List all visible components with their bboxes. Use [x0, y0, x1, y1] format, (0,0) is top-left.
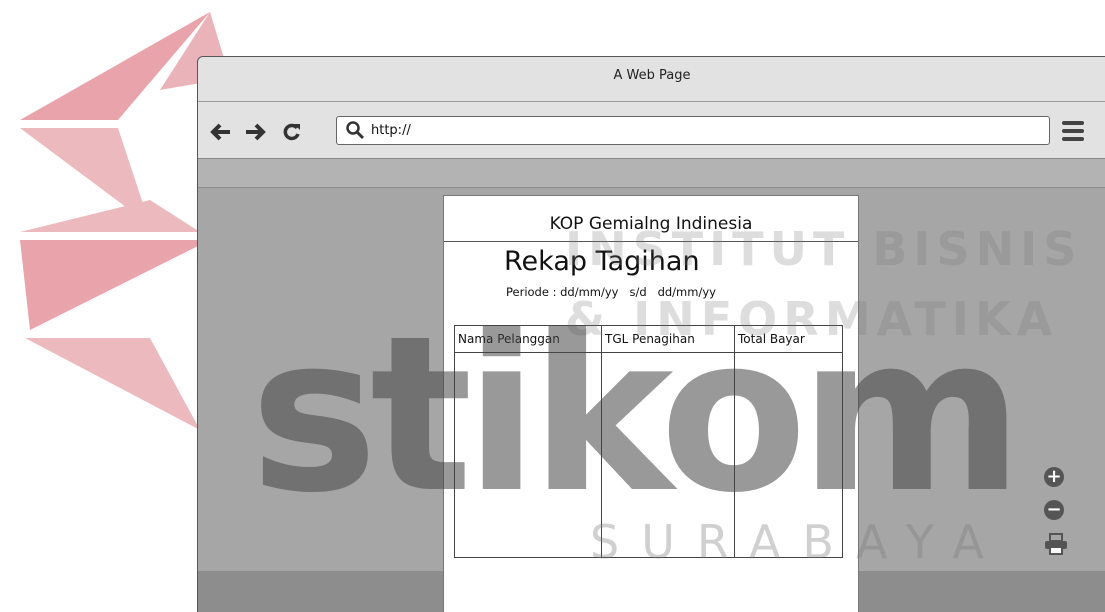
- table-cell: [454, 352, 602, 558]
- report-period: Periode : dd/mm/yy s/d dd/mm/yy: [506, 285, 716, 299]
- reload-button[interactable]: [282, 122, 302, 147]
- back-button[interactable]: [210, 122, 232, 147]
- forward-button[interactable]: [244, 122, 266, 147]
- reload-icon: [283, 123, 300, 141]
- column-header-customer: Nama Pelanggan: [454, 325, 602, 353]
- hamburger-menu-icon[interactable]: [1062, 121, 1084, 145]
- billing-table: Nama Pelanggan TGL Penagihan Total Bayar: [454, 325, 843, 558]
- report-paper: KOP Gemialng Indinesia Rekap Tagihan Per…: [443, 195, 859, 612]
- column-header-billing-date: TGL Penagihan: [601, 325, 735, 353]
- window-title-bar: A Web Page: [198, 57, 1105, 102]
- zoom-in-icon[interactable]: +: [1044, 467, 1064, 487]
- zoom-out-icon[interactable]: −: [1044, 500, 1064, 520]
- url-text: http://: [371, 123, 411, 138]
- report-letterhead: KOP Gemialng Indinesia: [549, 214, 753, 234]
- window-title: A Web Page: [613, 68, 691, 83]
- print-icon[interactable]: [1044, 533, 1068, 559]
- arrow-left-icon: [210, 123, 230, 141]
- table-row: [454, 352, 843, 558]
- table-cell: [601, 352, 735, 558]
- browser-window: A Web Page http:// KOP Gemialng Indinesi…: [197, 56, 1105, 612]
- arrow-right-icon: [246, 123, 266, 141]
- search-icon: [345, 120, 365, 150]
- page-top-band: [198, 159, 1105, 188]
- report-title: Rekap Tagihan: [504, 246, 700, 277]
- url-bar[interactable]: http://: [336, 116, 1050, 145]
- browser-toolbar: http://: [198, 102, 1105, 159]
- letterhead-divider: [444, 241, 858, 242]
- side-controls: + −: [1044, 467, 1068, 559]
- column-header-total: Total Bayar: [734, 325, 843, 353]
- table-cell: [734, 352, 843, 558]
